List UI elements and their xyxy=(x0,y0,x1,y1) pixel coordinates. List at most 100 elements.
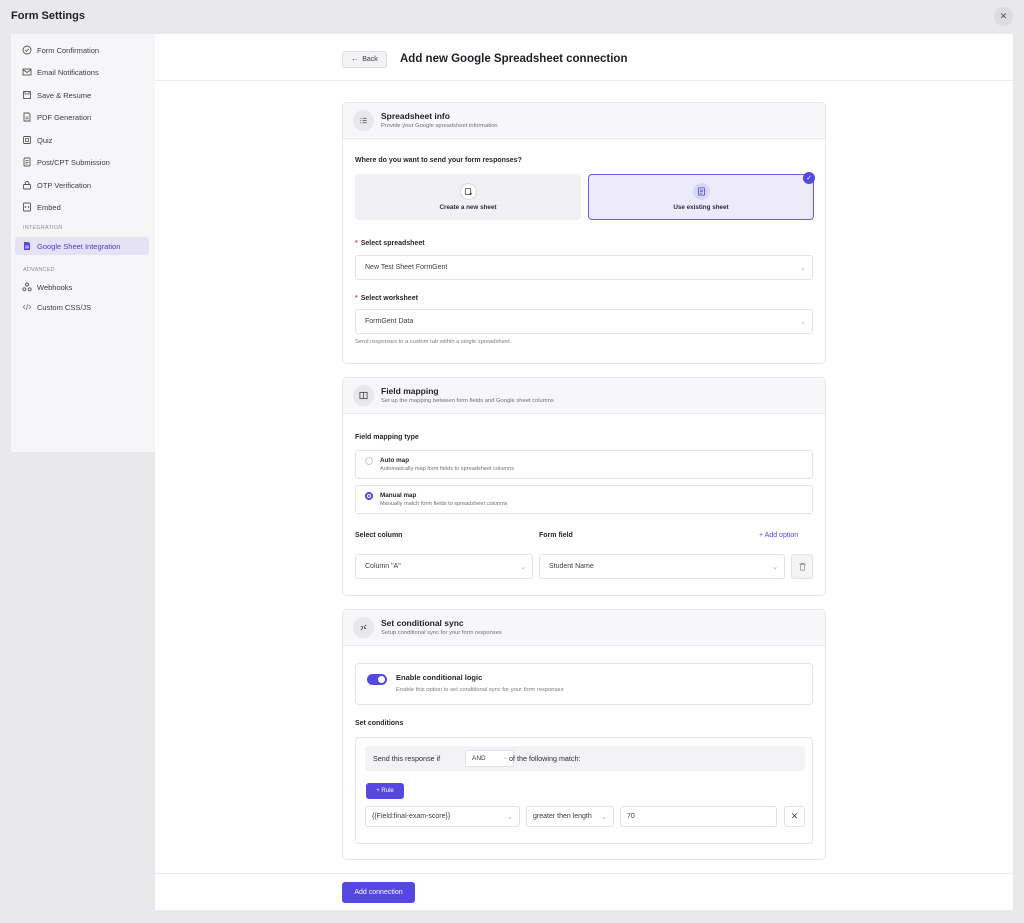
sidebar-item-label: Email Notifications xyxy=(37,67,99,77)
sidebar-item-email-notifications[interactable]: Email Notifications xyxy=(11,63,155,81)
auto-map-radio[interactable] xyxy=(365,457,373,465)
sidebar-item-label: Post/CPT Submission xyxy=(37,157,110,167)
send-prefix-text: Send this response if xyxy=(373,754,441,763)
add-connection-button[interactable]: Add connection xyxy=(342,882,415,903)
sidebar-item-otp-verification[interactable]: OTP Verification xyxy=(11,176,155,194)
create-new-sheet-label: Create a new sheet xyxy=(439,204,497,211)
selected-check-icon: ✓ xyxy=(803,172,815,184)
card-header: Field mapping Set up the mapping between… xyxy=(343,378,825,414)
code-icon xyxy=(22,302,32,312)
chevron-down-icon: ⌄ xyxy=(502,755,508,761)
new-sheet-icon xyxy=(459,183,477,200)
auto-map-subtitle: Automatically map form fields to spreads… xyxy=(380,466,514,472)
mail-icon xyxy=(22,67,32,77)
main-panel: ← Back Add new Google Spreadsheet connec… xyxy=(155,34,1013,910)
card-subtitle: Setup conditional sync for your form res… xyxy=(381,630,502,636)
card-title: Spreadsheet info xyxy=(381,111,450,121)
rule-value-input[interactable]: 70 xyxy=(620,806,777,827)
columns-icon xyxy=(353,385,374,406)
manual-map-subtitle: Manually match form fields to spreadshee… xyxy=(380,501,508,507)
spreadsheet-select[interactable]: New Test Sheet FormGent ⌄ xyxy=(355,255,813,280)
footer-bar: Add connection xyxy=(155,873,1013,910)
manual-map-title: Manual map xyxy=(380,492,417,499)
use-existing-sheet-option[interactable]: Use existing sheet xyxy=(588,174,814,220)
worksheet-select[interactable]: FormGent Data ⌄ xyxy=(355,309,813,334)
save-icon xyxy=(22,90,32,100)
close-icon: ✕ xyxy=(999,11,1008,21)
create-new-sheet-option[interactable]: Create a new sheet xyxy=(355,174,581,220)
set-conditions-label: Set conditions xyxy=(355,720,404,727)
rule-field-value: {{Field:final-exam-score}} xyxy=(372,813,451,820)
add-rule-button[interactable]: + Rule xyxy=(366,783,404,799)
operator-value: AND xyxy=(472,755,486,762)
page-header: ← Back Add new Google Spreadsheet connec… xyxy=(155,34,1013,81)
select-spreadsheet-label: * Select spreadsheet xyxy=(355,240,425,247)
existing-sheet-icon xyxy=(692,183,710,200)
window-title: Form Settings xyxy=(11,10,85,22)
sidebar-item-label: Quiz xyxy=(37,135,53,145)
sidebar: Form Confirmation Email Notifications Sa… xyxy=(11,34,155,452)
sidebar-item-post-cpt-submission[interactable]: Post/CPT Submission xyxy=(11,153,155,171)
operator-select[interactable]: AND ⌄ xyxy=(465,750,514,767)
back-label: Back xyxy=(362,56,378,63)
sidebar-item-webhooks[interactable]: Webhooks xyxy=(11,278,155,296)
column-select[interactable]: Column "A" ⌄ xyxy=(355,554,533,579)
chevron-down-icon: ⌄ xyxy=(772,564,778,571)
form-field-header: Form field xyxy=(539,532,573,539)
sidebar-item-label: Google Sheet Integration xyxy=(37,241,121,251)
card-subtitle: Set up the mapping between form fields a… xyxy=(381,398,554,404)
select-column-header: Select column xyxy=(355,532,403,539)
sidebar-item-google-sheet-integration[interactable]: Google Sheet Integration xyxy=(15,237,149,255)
manual-map-option[interactable]: Manual map Manually match form fields to… xyxy=(355,485,813,514)
card-title: Field mapping xyxy=(381,386,439,396)
destination-question: Where do you want to send your form resp… xyxy=(355,157,522,164)
rule-comparator-value: greater then length xyxy=(533,813,592,820)
document-icon xyxy=(22,157,32,167)
form-field-select[interactable]: Student Name ⌄ xyxy=(539,554,785,579)
remove-rule-button[interactable]: ✕ xyxy=(784,806,805,827)
select-spreadsheet-text: Select spreadsheet xyxy=(360,240,425,247)
auto-map-option[interactable]: Auto map Automatically map form fields t… xyxy=(355,450,813,479)
back-button[interactable]: ← Back xyxy=(342,51,387,68)
add-option-button[interactable]: + Add option xyxy=(759,532,798,539)
chevron-down-icon: ⌄ xyxy=(520,564,526,571)
conditional-logic-toggle[interactable] xyxy=(367,674,387,685)
pdf-icon xyxy=(22,112,32,122)
page-title: Add new Google Spreadsheet connection xyxy=(400,53,628,65)
chevron-down-icon: ⌄ xyxy=(800,265,806,272)
sidebar-section-integration: INTEGRATION xyxy=(23,225,63,231)
send-suffix-text: of the following match: xyxy=(509,754,581,763)
sidebar-item-pdf-generation[interactable]: PDF Generation xyxy=(11,108,155,126)
conditions-box: Send this response if AND ⌄ of the follo… xyxy=(355,737,813,844)
close-button[interactable]: ✕ xyxy=(994,7,1013,26)
sidebar-item-quiz[interactable]: Quiz xyxy=(11,131,155,149)
sidebar-item-form-confirmation[interactable]: Form Confirmation xyxy=(11,41,155,59)
rule-field-select[interactable]: {{Field:final-exam-score}} ⌄ xyxy=(365,806,520,827)
manual-map-radio[interactable] xyxy=(365,492,373,500)
card-header: Spreadsheet info Provide your Google spr… xyxy=(343,103,825,139)
add-option-label: Add option xyxy=(764,532,799,539)
conditional-logic-box: Enable conditional logic Enable this opt… xyxy=(355,663,813,705)
sidebar-item-save-resume[interactable]: Save & Resume xyxy=(11,86,155,104)
delete-mapping-button[interactable] xyxy=(791,554,813,579)
sync-icon xyxy=(353,617,374,638)
worksheet-value: FormGent Data xyxy=(365,318,414,325)
rule-comparator-select[interactable]: greater then length ⌄ xyxy=(526,806,614,827)
rule-value: 70 xyxy=(627,813,635,820)
sidebar-section-advanced: ADVANCED xyxy=(23,267,55,273)
sidebar-item-label: Form Confirmation xyxy=(37,45,100,55)
check-circle-icon xyxy=(22,45,32,55)
list-icon xyxy=(353,110,374,131)
arrow-left-icon: ← xyxy=(351,56,359,63)
worksheet-hint: Send responses to a custom tab within a … xyxy=(355,339,512,345)
embed-icon xyxy=(22,202,32,212)
sidebar-item-embed[interactable]: Embed xyxy=(11,198,155,216)
conditional-logic-title: Enable conditional logic xyxy=(396,673,483,682)
spreadsheet-info-card: Spreadsheet info Provide your Google spr… xyxy=(342,102,826,364)
conditional-sync-card: Set conditional sync Setup conditional s… xyxy=(342,609,826,860)
sheet-icon xyxy=(22,241,32,251)
trash-icon xyxy=(798,562,806,571)
form-field-value: Student Name xyxy=(549,563,594,570)
chevron-down-icon: ⌄ xyxy=(601,814,607,821)
sidebar-item-custom-css-js[interactable]: Custom CSS/JS xyxy=(11,298,155,316)
